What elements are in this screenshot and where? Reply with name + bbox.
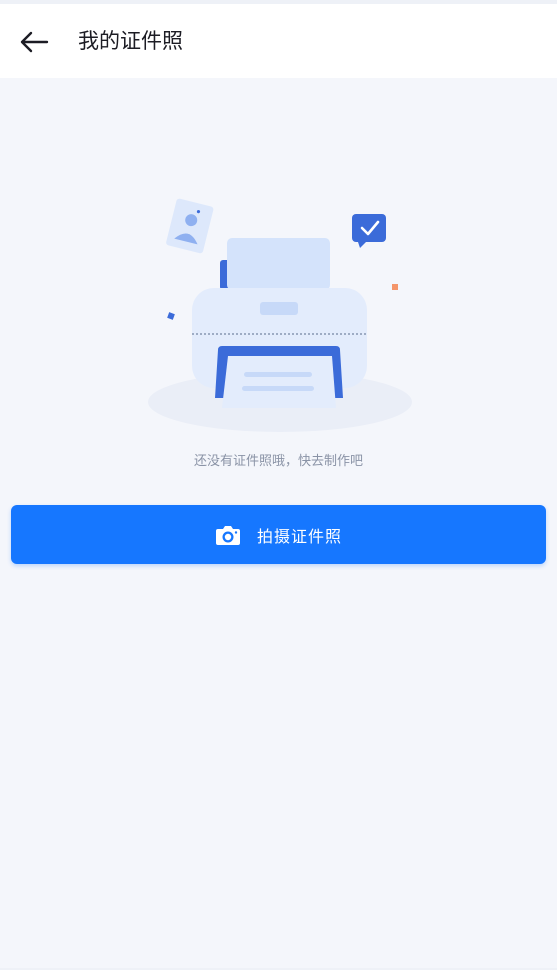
screen: 我的证件照 还没有证件照哦，快去制作吧 拍摄证件照	[0, 0, 557, 970]
arrow-left-icon	[20, 31, 49, 53]
header-bar: 我的证件照	[0, 4, 557, 78]
back-button[interactable]	[12, 20, 56, 64]
printer-illustration	[140, 190, 420, 440]
page-title: 我的证件照	[78, 29, 183, 53]
empty-state-message: 还没有证件照哦，快去制作吧	[193, 454, 363, 469]
camera-icon	[215, 524, 241, 546]
take-photo-button[interactable]: 拍摄证件照	[11, 505, 546, 564]
take-photo-label: 拍摄证件照	[256, 526, 342, 546]
